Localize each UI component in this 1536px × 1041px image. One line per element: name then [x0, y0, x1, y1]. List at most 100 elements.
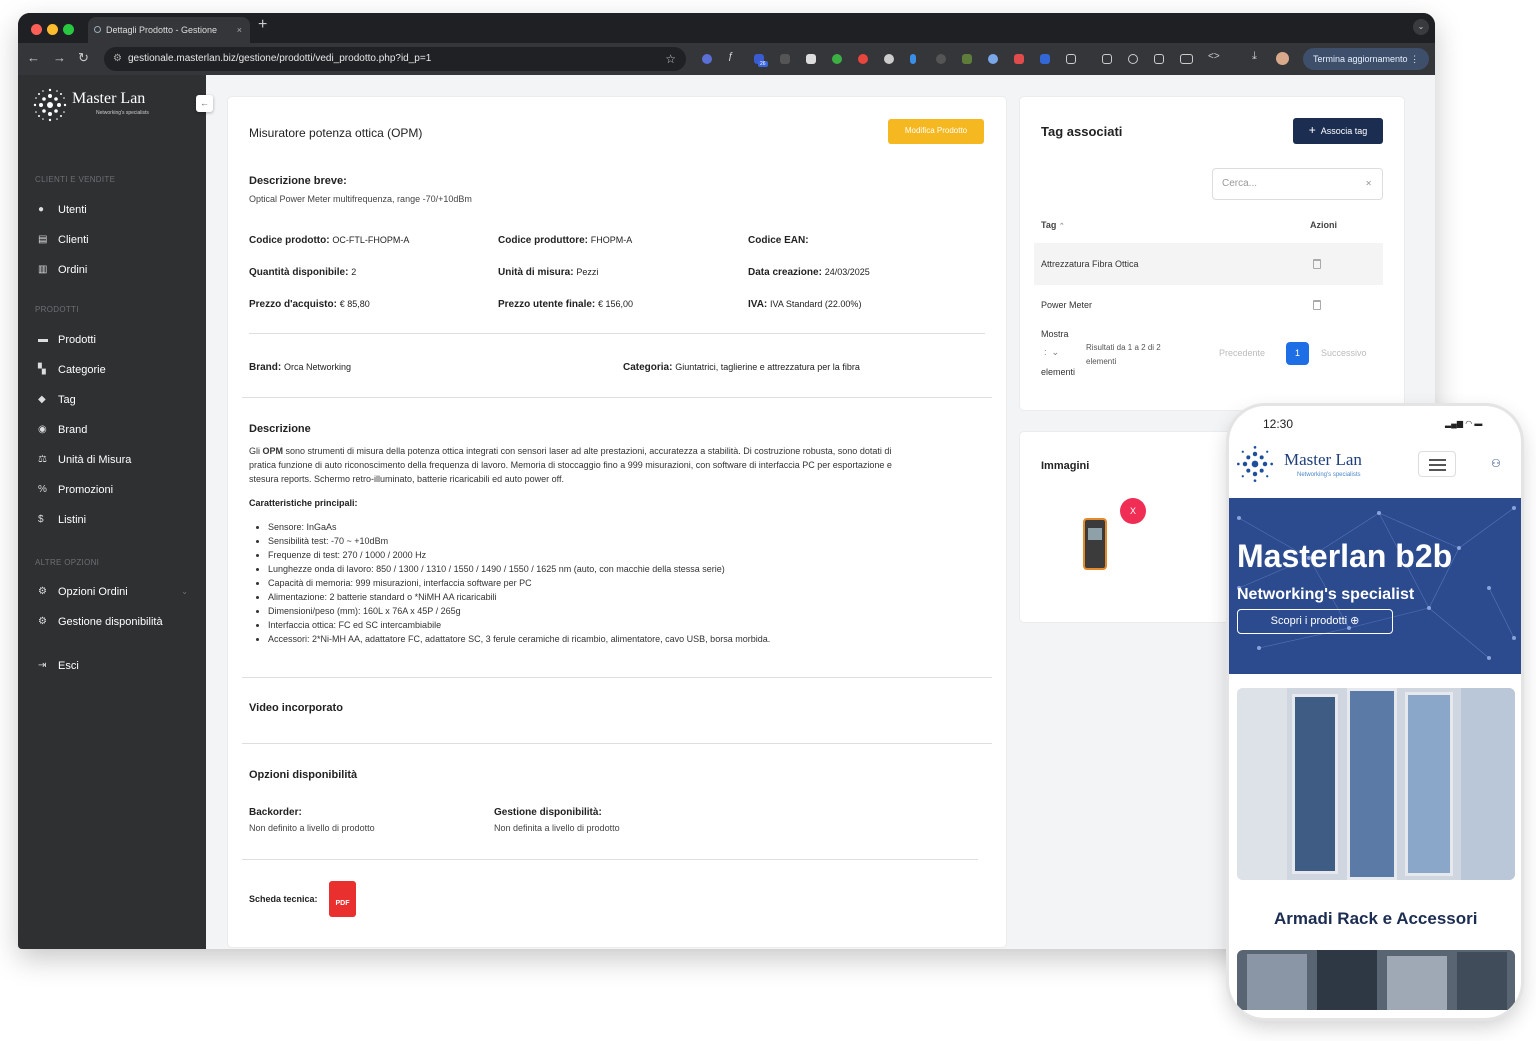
- puzzle-icon[interactable]: [1066, 54, 1076, 64]
- reader-mode-icon[interactable]: [1180, 54, 1193, 64]
- maximize-window-icon[interactable]: [63, 24, 74, 35]
- tab-favicon-icon: [94, 26, 101, 33]
- sidebar-item-categorie[interactable]: ▚ Categorie: [38, 363, 106, 377]
- phone-mockup: 12:30 ▂▄▆ ◠ ▬ Master Lan Networking's sp…: [1229, 406, 1521, 1018]
- hero-subtitle: Networking's specialist: [1237, 586, 1415, 603]
- hamburger-menu-button[interactable]: [1418, 451, 1456, 477]
- sidebar-item-promozioni[interactable]: % Promozioni: [38, 483, 113, 497]
- extension-icon[interactable]: [936, 54, 946, 64]
- close-window-icon[interactable]: [31, 24, 42, 35]
- brand-label: Brand:: [249, 362, 282, 373]
- associate-tag-label: Associa tag: [1320, 126, 1368, 136]
- description-text: Gli OPM sono strumenti di misura della p…: [249, 444, 892, 486]
- tab-groups-icon[interactable]: [1102, 54, 1112, 64]
- extension-icon[interactable]: [910, 54, 916, 64]
- discover-products-button[interactable]: Scopri i prodotti ⊕: [1237, 609, 1393, 634]
- elementi-label: elementi: [1041, 367, 1076, 377]
- extension-icon[interactable]: [806, 54, 816, 64]
- extension-icon[interactable]: [858, 54, 868, 64]
- product-card: Misuratore potenza ottica (OPM) Modifica…: [228, 97, 1006, 947]
- sidebar-item-listini[interactable]: $ Listini: [38, 513, 86, 527]
- browser-tab[interactable]: Dettagli Prodotto - Gestione ×: [88, 17, 250, 43]
- address-bar[interactable]: ⚙ gestionale.masterlan.biz/gestione/prod…: [104, 47, 686, 71]
- pdf-file-icon[interactable]: PDF: [329, 881, 356, 917]
- brand-value: Orca Networking: [284, 362, 352, 372]
- password-key-icon[interactable]: [1128, 54, 1138, 64]
- iva-label: IVA:: [748, 299, 768, 310]
- tab-close-icon[interactable]: ×: [237, 17, 242, 43]
- back-arrow-icon[interactable]: ←: [27, 50, 40, 65]
- extension-icon[interactable]: [832, 54, 842, 64]
- iva: IVA: IVA Standard (22.00%): [748, 299, 861, 310]
- sidebar-section-products: PRODOTTI: [35, 305, 79, 314]
- edit-product-button[interactable]: Modifica Prodotto: [888, 119, 984, 144]
- sidebar-item-gestione-disponibilita[interactable]: ⚙ Gestione disponibilità: [38, 615, 163, 629]
- extension-icon[interactable]: [702, 54, 712, 64]
- page-1-button[interactable]: 1: [1286, 342, 1309, 365]
- sidebar-item-esci[interactable]: ⇥ Esci: [38, 659, 79, 673]
- features-list: Sensore: InGaAs Sensibilità test: -70 ~ …: [268, 520, 770, 646]
- trash-icon[interactable]: [1313, 300, 1321, 310]
- tag-icon: ◆: [38, 394, 46, 405]
- quantita-label: Quantità disponibile:: [249, 267, 349, 278]
- associate-tag-button[interactable]: + Associa tag: [1293, 118, 1383, 144]
- prev-page-button[interactable]: Precedente: [1219, 348, 1265, 358]
- update-button[interactable]: Termina aggiornamento ⋮: [1303, 48, 1429, 70]
- sidebar-item-prodotti[interactable]: ▬ Prodotti: [38, 333, 96, 347]
- trash-icon[interactable]: [1154, 54, 1164, 64]
- rack-image: [1237, 688, 1515, 880]
- sidebar-item-utenti[interactable]: ● Utenti: [38, 203, 87, 217]
- sidebar-logo[interactable]: Master Lan Networking's specialists: [32, 87, 182, 123]
- extension-icon[interactable]: [988, 54, 998, 64]
- feature-item: Interfaccia ottica: FC ed SC intercambia…: [268, 618, 770, 632]
- minimize-window-icon[interactable]: [47, 24, 58, 35]
- font-extension-icon[interactable]: ƒ: [728, 51, 738, 62]
- divider: [242, 859, 978, 860]
- extension-icon[interactable]: [1040, 54, 1050, 64]
- extension-icon[interactable]: [962, 54, 972, 64]
- trash-icon[interactable]: [1313, 259, 1321, 269]
- browser-window: Dettagli Prodotto - Gestione × + ⌄ ← → ↻…: [18, 13, 1435, 949]
- extension-icon[interactable]: [780, 54, 790, 64]
- sidebar-item-label: Tag: [58, 394, 76, 406]
- reload-icon[interactable]: ↻: [78, 50, 89, 66]
- tag-search-input[interactable]: Cerca... ✕: [1212, 168, 1383, 200]
- site-info-icon[interactable]: ⚙: [113, 47, 122, 71]
- shield-extension-icon[interactable]: [1014, 54, 1024, 64]
- devtools-code-icon[interactable]: <>: [1208, 51, 1220, 62]
- remove-image-button[interactable]: X: [1120, 498, 1146, 524]
- feature-item: Accessori: 2*Ni-MH AA, adattatore FC, ad…: [268, 632, 770, 646]
- sidebar-item-brand[interactable]: ◉ Brand: [38, 423, 87, 437]
- brand: Brand: Orca Networking: [249, 362, 351, 373]
- clear-search-icon[interactable]: ✕: [1365, 169, 1372, 199]
- sidebar-item-opzioni-ordini[interactable]: ⚙ Opzioni Ordini ⌄: [38, 585, 188, 599]
- category-title: Armadi Rack e Accessori: [1274, 909, 1478, 928]
- sidebar-item-tag[interactable]: ◆ Tag: [38, 393, 76, 407]
- profile-avatar[interactable]: [1276, 52, 1289, 65]
- sidebar-item-clienti[interactable]: ▤ Clienti: [38, 233, 89, 247]
- forward-arrow-icon[interactable]: →: [53, 50, 66, 65]
- gestione-label: Gestione disponibilità:: [494, 807, 602, 818]
- mostra-label: Mostra: [1041, 329, 1069, 339]
- results-line: elementi: [1086, 357, 1117, 366]
- hero-title: Masterlan b2b: [1237, 538, 1453, 574]
- user-account-icon[interactable]: ⚇: [1491, 457, 1501, 470]
- codice-prodotto-label: Codice prodotto:: [249, 235, 330, 246]
- divider: [249, 333, 985, 334]
- logout-icon: ⇥: [38, 660, 47, 671]
- tab-search-chevron-icon[interactable]: ⌄: [1413, 19, 1429, 35]
- col-tag-header[interactable]: Tag ⌃: [1041, 220, 1065, 230]
- next-page-button[interactable]: Successivo: [1321, 348, 1367, 358]
- extension-icon[interactable]: [884, 54, 894, 64]
- product-title: Misuratore potenza ottica (OPM): [249, 126, 423, 140]
- price-icon: $: [38, 514, 44, 525]
- download-icon[interactable]: ⤓: [1252, 50, 1262, 62]
- sidebar-item-ordini[interactable]: ▥ Ordini: [38, 263, 87, 277]
- page-length-select[interactable]: : ⌄: [1044, 347, 1059, 358]
- data-label: Data creazione:: [748, 267, 822, 278]
- phone-time: 12:30: [1263, 417, 1294, 431]
- feature-item: Sensore: InGaAs: [268, 520, 770, 534]
- sidebar-item-unita[interactable]: ⚖ Unità di Misura: [38, 453, 131, 467]
- bookmark-star-icon[interactable]: ☆: [665, 47, 676, 71]
- new-tab-button[interactable]: +: [258, 16, 267, 34]
